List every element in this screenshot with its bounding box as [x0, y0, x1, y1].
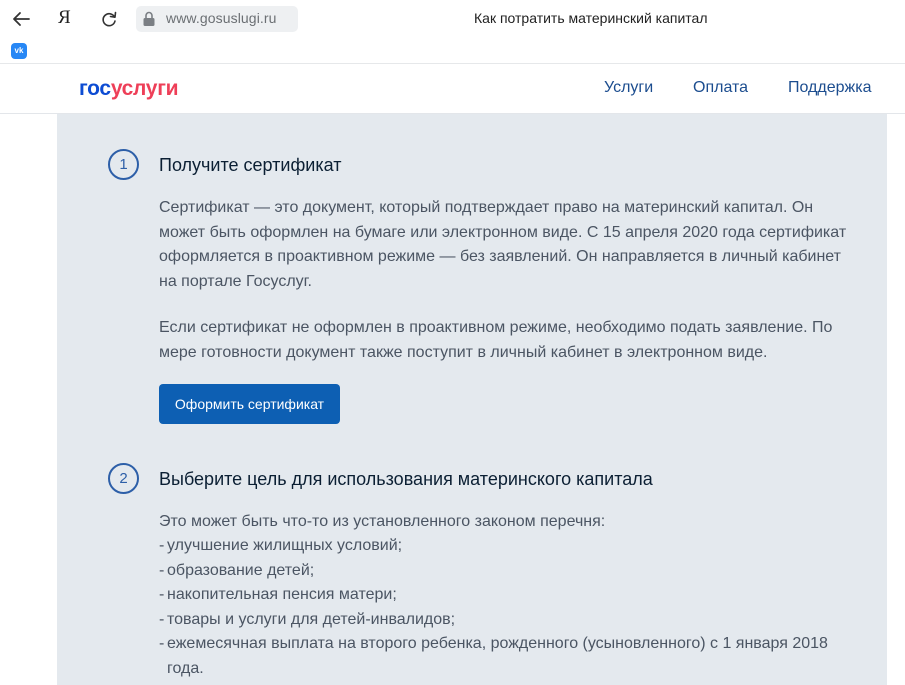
browser-toolbar: Я www.gosuslugi.ru Как потратить материн… [0, 0, 905, 38]
step-number-badge: 2 [108, 463, 139, 494]
lock-icon [143, 11, 155, 26]
vk-bookmark-icon[interactable]: vk [11, 43, 27, 59]
step-2-title: Выберите цель для использования материнс… [159, 469, 653, 489]
yandex-icon[interactable]: Я [58, 7, 71, 29]
back-arrow-icon[interactable] [10, 8, 32, 30]
address-bar[interactable]: www.gosuslugi.ru [136, 6, 298, 32]
step-1-title: Получите сертификат [159, 155, 342, 175]
list-item: ежемесячная выплата на второго ребенка, … [159, 632, 849, 681]
site-header: госуслуги Услуги Оплата Поддержка [0, 64, 905, 114]
nav-link-support[interactable]: Поддержка [788, 79, 871, 97]
nav-link-payment[interactable]: Оплата [693, 79, 748, 97]
tab-title: Как потратить материнский капитал [474, 10, 708, 26]
list-item: товары и услуги для детей-инвалидов; [159, 608, 849, 633]
step-1-paragraph-1: Сертификат — это документ, который подтв… [159, 199, 847, 290]
list-item: образование детей; [159, 559, 849, 584]
url-text: www.gosuslugi.ru [166, 10, 277, 26]
step-number-badge: 1 [108, 149, 139, 180]
gosuslugi-logo[interactable]: госуслуги [79, 77, 179, 101]
step-1-paragraph-2: Если сертификат не оформлен в проактивно… [159, 319, 833, 361]
get-certificate-button[interactable]: Оформить сертификат [159, 384, 340, 424]
logo-part-gos: гос [79, 77, 111, 100]
capital-usage-list: улучшение жилищных условий; образование … [159, 534, 849, 681]
step-2-intro: Это может быть что-то из установленного … [159, 513, 606, 530]
logo-part-uslugi: услуги [110, 77, 179, 100]
list-item: накопительная пенсия матери; [159, 583, 849, 608]
reload-icon[interactable] [98, 8, 120, 30]
nav-link-services[interactable]: Услуги [604, 79, 653, 97]
list-item: улучшение жилищных условий; [159, 534, 849, 559]
bookmarks-bar: vk [0, 38, 905, 64]
